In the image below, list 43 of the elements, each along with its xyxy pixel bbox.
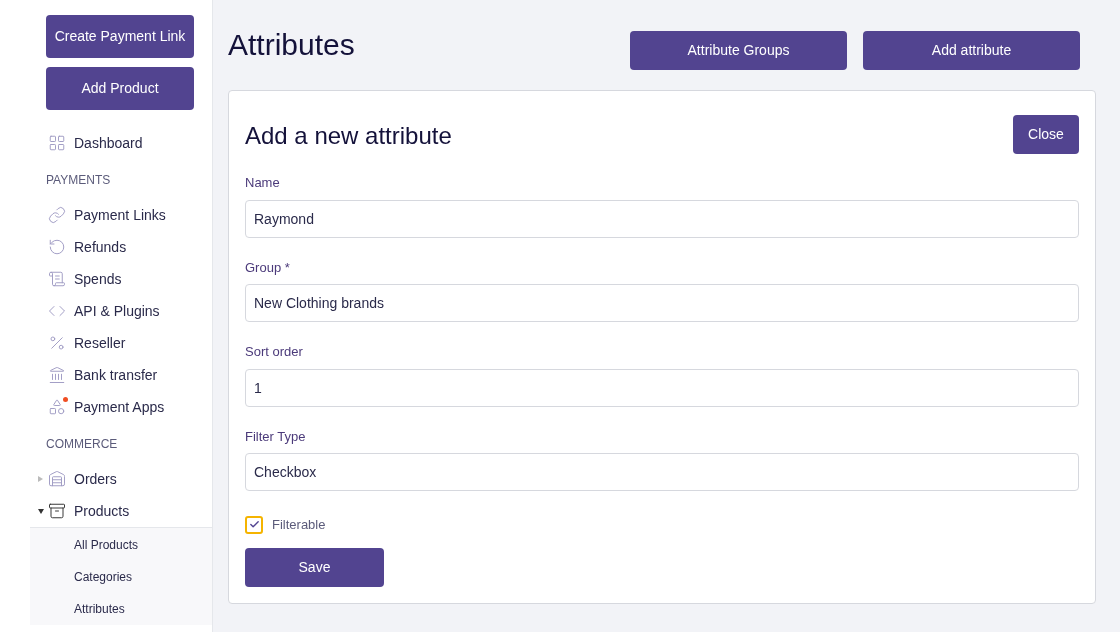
sidebar-button[interactable]: Create Payment Link [46, 15, 194, 58]
field-label: Group * [245, 258, 291, 277]
warehouse-icon [48, 470, 66, 488]
save-button[interactable]: Save [245, 547, 384, 587]
sidebar-subitem[interactable]: Categories [74, 568, 133, 586]
caret-icon[interactable] [38, 508, 44, 514]
section-header: COMMERCE [46, 436, 118, 453]
field-label: Sort order [245, 343, 304, 361]
checkbox[interactable] [245, 515, 263, 534]
sidebar-item[interactable]: API & Plugins [74, 300, 160, 322]
field-label: Filter Type [245, 427, 307, 446]
form-title: Add a new attribute [245, 121, 452, 151]
text-field[interactable]: 1 [245, 368, 1079, 407]
archive-icon [48, 502, 66, 520]
grid-icon [48, 134, 66, 152]
receipt-icon [48, 270, 66, 288]
sidebar-item[interactable]: Reseller [74, 332, 126, 354]
link-icon [48, 206, 66, 224]
apps-icon [48, 398, 66, 416]
checkbox-label: Filterable [272, 516, 326, 534]
sidebar-item[interactable]: Refunds [74, 236, 127, 258]
sidebar-item[interactable]: Payment Apps [74, 396, 165, 418]
sidebar-item[interactable]: Orders [74, 468, 117, 490]
close-button[interactable]: Close [1013, 115, 1079, 154]
action-button[interactable]: Attribute Groups [630, 31, 847, 70]
sidebar-subitem[interactable]: Attributes [74, 600, 125, 618]
sidebar-item[interactable]: Products [74, 500, 130, 522]
text-field[interactable]: Checkbox [245, 453, 1079, 491]
page-title: Attributes [228, 30, 355, 60]
action-button[interactable]: Add attribute [863, 31, 1080, 70]
section-header: PAYMENTS [46, 172, 111, 189]
sidebar-item[interactable]: Spends [74, 268, 122, 290]
sidebar-button[interactable]: Add Product [46, 67, 194, 110]
refresh-icon [48, 238, 66, 256]
sidebar-subitem[interactable]: All Products [74, 536, 139, 554]
sidebar-item[interactable]: Payment Links [74, 204, 166, 226]
sidebar-item[interactable]: Bank transfer [74, 364, 158, 386]
sidebar-item[interactable]: Dashboard [74, 132, 143, 154]
field-label: Name [245, 174, 281, 192]
text-field[interactable]: New Clothing brands [245, 284, 1079, 322]
percent-icon [48, 334, 66, 352]
text-field[interactable]: Raymond [245, 199, 1079, 238]
bank-icon [48, 366, 66, 384]
